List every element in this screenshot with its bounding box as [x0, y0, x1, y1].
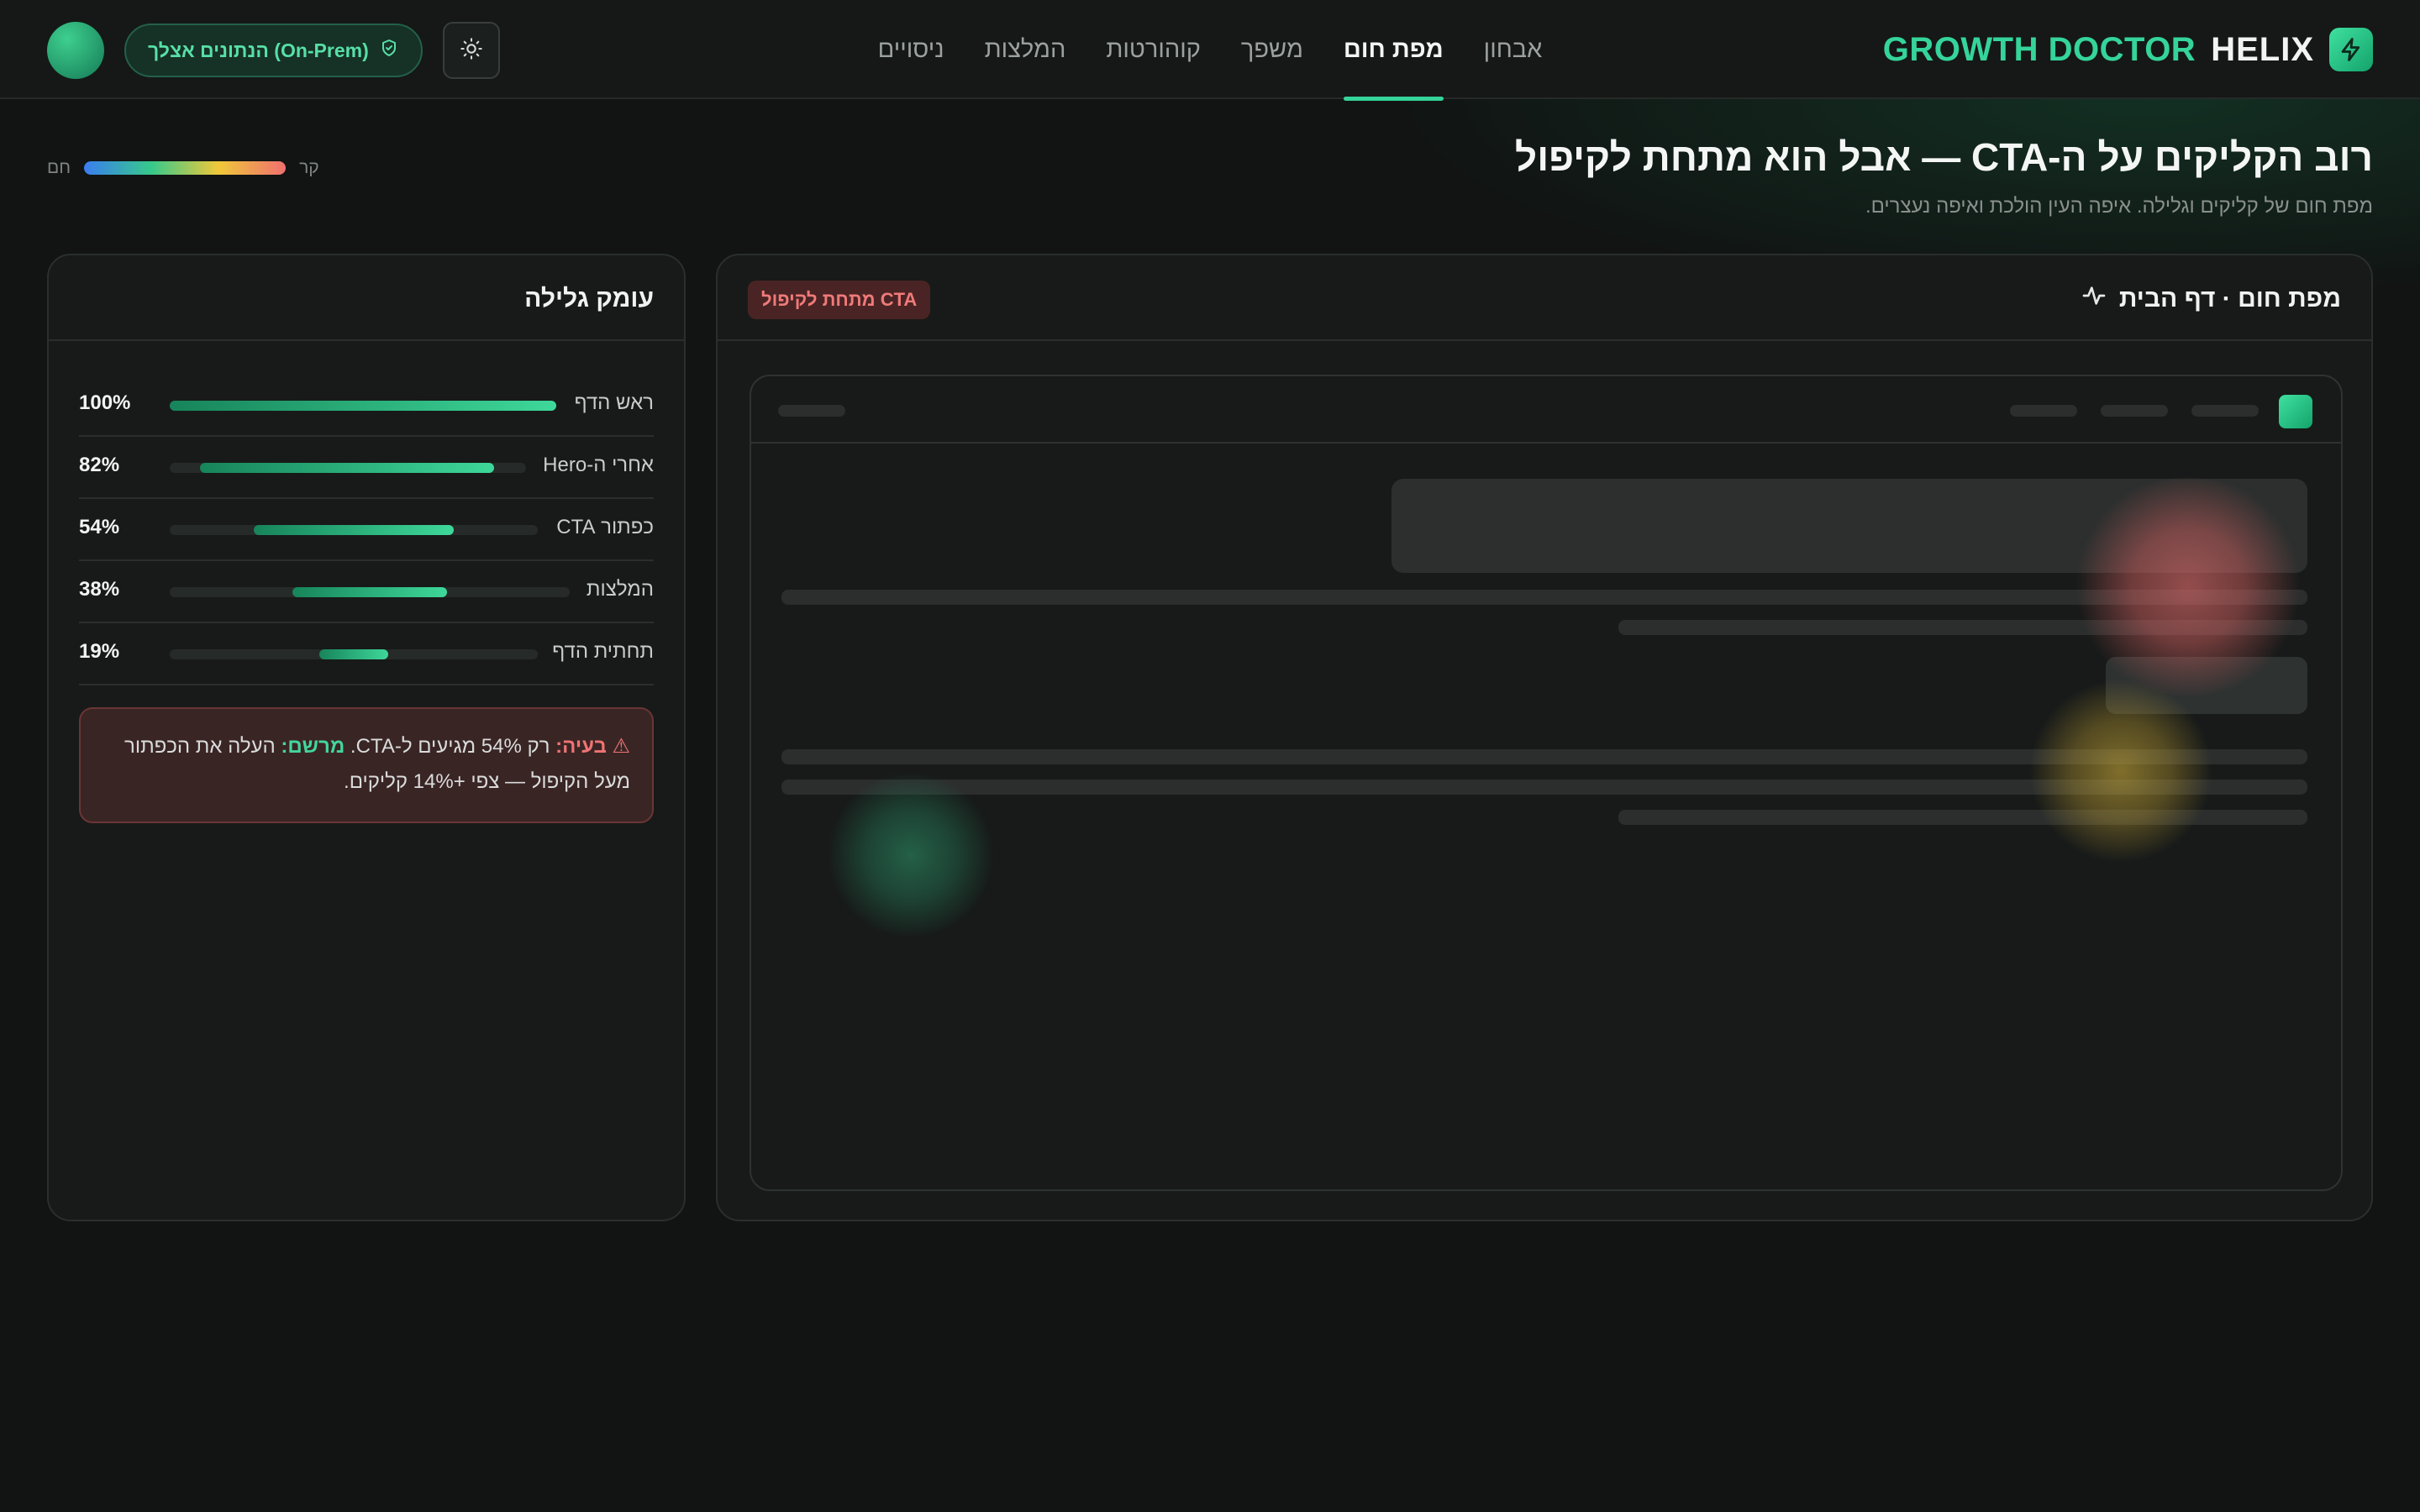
theme-toggle-button[interactable]	[442, 22, 500, 79]
preview-nav-skeleton	[2191, 405, 2259, 417]
depth-row: כפתור CTA 54%	[79, 499, 654, 561]
page-preview	[750, 375, 2343, 1191]
preview-nav-skeleton	[778, 405, 845, 417]
nav-tab-cohorts[interactable]: קוהורטות	[1106, 0, 1201, 99]
depth-row-value: 19%	[79, 640, 120, 663]
depth-bar-fill	[254, 525, 454, 535]
page-subtitle: מפת חום של קליקים וגלילה. איפה העין הולכ…	[1865, 195, 2373, 218]
alert-problem-text: רק 54% מגיעים ל-CTA.	[345, 735, 556, 758]
depth-row-value: 38%	[79, 578, 120, 601]
nav-tab-heatmap[interactable]: מפת חום	[1343, 0, 1444, 101]
legend-cold-label: קר	[299, 158, 319, 177]
preview-topbar	[751, 376, 2341, 444]
nav-tab-experiments[interactable]: ניסויים	[878, 0, 944, 99]
page-title: רוב הקליקים על ה-CTA — אבל הוא מתחת לקיפ…	[1514, 135, 2373, 179]
depth-bar-track	[170, 587, 570, 597]
preview-logo	[2279, 395, 2312, 428]
depth-bar-track	[170, 401, 556, 411]
depth-bar-track	[170, 525, 538, 535]
scroll-alert: ⚠ בעיה: רק 54% מגיעים ל-CTA. מרשם: העלה …	[79, 707, 654, 823]
legend-hot-label: חם	[47, 158, 71, 177]
heatmap-card-title: מפת חום · דף הבית	[2081, 282, 2341, 316]
depth-bar-track	[170, 649, 538, 659]
depth-bar-fill	[319, 649, 388, 659]
avatar[interactable]	[47, 22, 104, 79]
warning-icon: ⚠	[612, 735, 630, 758]
depth-row: אחרי ה-Hero 82%	[79, 437, 654, 499]
scroll-depth-title: עומק גלילה	[524, 285, 654, 312]
brand-name-growth-doctor: GROWTH DOCTOR	[1882, 30, 2196, 68]
user-area: הנתונים אצלך (On-Prem)	[47, 22, 500, 79]
depth-row-label: אחרי ה-Hero	[543, 454, 654, 476]
depth-row-label: המלצות	[586, 578, 654, 601]
brand[interactable]: HELIX GROWTH DOCTOR	[1883, 27, 2373, 72]
nav-tab-funnel[interactable]: משפך	[1241, 0, 1303, 99]
heat-legend: חם קר	[47, 155, 319, 181]
depth-row-value: 54%	[79, 516, 120, 538]
scroll-depth-card: עומק גלילה ראש הדף 100% אחרי ה-Hero 82% …	[47, 254, 686, 1221]
depth-row-label: תחתית הדף	[552, 640, 654, 663]
onprem-badge: הנתונים אצלך (On-Prem)	[124, 24, 423, 77]
heat-spot-hot	[2070, 477, 2306, 696]
scroll-depth-card-header: עומק גלילה	[49, 255, 684, 341]
heatmap-card-title-text: מפת חום · דף הבית	[2118, 285, 2341, 312]
sun-icon	[460, 37, 483, 65]
activity-icon	[2081, 282, 2107, 316]
alert-problem-label: בעיה:	[555, 735, 607, 758]
lightning-icon	[2329, 28, 2373, 71]
heat-spot-warm	[2028, 679, 2213, 864]
brand-name-helix: HELIX	[2211, 30, 2314, 68]
cta-below-fold-badge: CTA מתחת לקיפול	[748, 281, 931, 319]
preview-nav-skeleton	[2010, 405, 2077, 417]
depth-row-label: כפתור CTA	[556, 516, 654, 538]
depth-bar-fill	[292, 587, 447, 597]
shield-check-icon	[379, 38, 399, 63]
depth-bar-fill	[170, 401, 556, 411]
onprem-badge-label: הנתונים אצלך (On-Prem)	[148, 39, 369, 61]
preview-nav-skeleton	[2101, 405, 2168, 417]
heatmap-card-header: מפת חום · דף הבית CTA מתחת לקיפול	[718, 255, 2371, 341]
depth-row: ראש הדף 100%	[79, 375, 654, 437]
heat-spot-cool	[827, 771, 995, 939]
heatmap-card: מפת חום · דף הבית CTA מתחת לקיפול	[716, 254, 2373, 1221]
depth-row: תחתית הדף 19%	[79, 623, 654, 685]
alert-fix-label: מרשם:	[281, 735, 345, 758]
depth-row-value: 82%	[79, 454, 120, 476]
depth-bar-track	[170, 463, 526, 473]
legend-gradient-bar	[84, 161, 287, 175]
top-header: HELIX GROWTH DOCTOR אבחון מפת חום משפך ק…	[0, 0, 2420, 101]
nav-tab-diagnosis[interactable]: אבחון	[1484, 0, 1543, 99]
preview-text-line	[1618, 810, 2307, 825]
depth-row-value: 100%	[79, 391, 131, 414]
depth-bar-fill	[200, 463, 494, 473]
main-nav: אבחון מפת חום משפך קוהורטות המלצות ניסוי…	[874, 0, 1546, 101]
nav-tab-recommendations[interactable]: המלצות	[985, 0, 1066, 99]
depth-row: המלצות 38%	[79, 561, 654, 623]
depth-row-label: ראש הדף	[574, 391, 654, 414]
